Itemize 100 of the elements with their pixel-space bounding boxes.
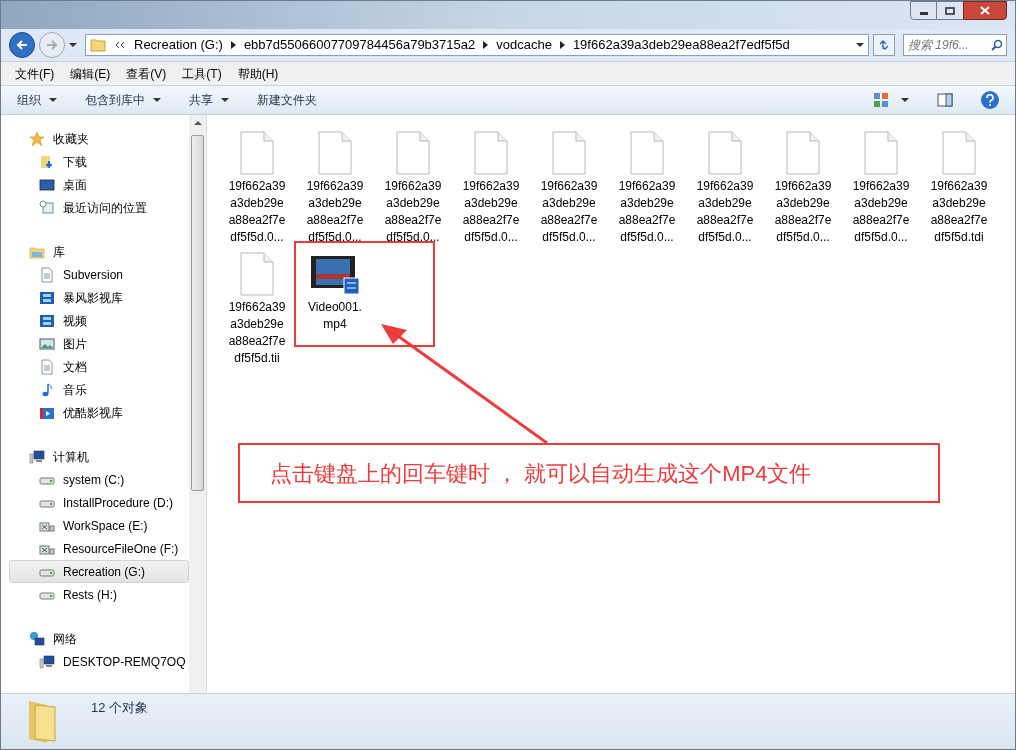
file-name[interactable]: 19f662a39 a3deb29e a88ea2f7e df5f5d.0... bbox=[696, 178, 754, 246]
folder-download-icon bbox=[39, 153, 55, 170]
picture-icon bbox=[39, 335, 55, 352]
file-name[interactable]: 19f662a39 a3deb29e a88ea2f7e df5f5d.tdi bbox=[930, 178, 988, 246]
overflow-chevron-icon bbox=[114, 41, 126, 49]
nav-item[interactable]: Rests (H:) bbox=[9, 583, 189, 606]
nav-section-label[interactable]: 网络 bbox=[53, 629, 77, 648]
file-name[interactable]: 19f662a39 a3deb29e a88ea2f7e df5f5d.0... bbox=[540, 178, 598, 246]
breadcrumb-segment[interactable]: vodcache bbox=[496, 35, 552, 55]
preview-pane-icon bbox=[937, 92, 953, 108]
caret-icon bbox=[901, 96, 909, 104]
breadcrumb-segment[interactable]: ebb7d55066007709784456a79b3715a2 bbox=[243, 35, 476, 55]
nav-item[interactable]: WorkSpace (E:) bbox=[9, 514, 189, 537]
desktop-icon bbox=[39, 176, 55, 193]
document-icon bbox=[39, 358, 55, 375]
menu-item[interactable]: 文件(F) bbox=[9, 64, 61, 83]
caret-icon bbox=[153, 96, 161, 104]
nav-item[interactable]: DESKTOP-REMQ7OQ bbox=[9, 650, 189, 673]
nav-item[interactable]: 下载 bbox=[9, 150, 189, 173]
computer-icon bbox=[39, 653, 55, 670]
document-icon bbox=[39, 266, 55, 283]
toolbar-button[interactable]: 包含到库中 bbox=[85, 91, 161, 109]
scrollbar[interactable] bbox=[189, 115, 206, 693]
film-icon bbox=[39, 289, 55, 306]
star-icon bbox=[29, 130, 45, 147]
nav-section-label[interactable]: 库 bbox=[53, 242, 65, 261]
address-bar[interactable]: Recreation (G:) ebb7d55066007709784456a79b3715a2 vodcache 19f662a39a3deb29ea88ea2f7edf5f5d bbox=[85, 34, 869, 56]
close-button[interactable] bbox=[963, 1, 1007, 20]
file-name[interactable]: 19f662a39 a3deb29e a88ea2f7e df5f5d.0... bbox=[618, 178, 676, 246]
file-name[interactable]: 19f662a39 a3deb29e a88ea2f7e df5f5d.0... bbox=[384, 178, 442, 246]
blank-file-icon bbox=[552, 131, 586, 175]
help-button[interactable] bbox=[981, 91, 999, 109]
minimize-button[interactable] bbox=[910, 1, 937, 20]
toolbar-button[interactable]: 组织 bbox=[17, 91, 57, 109]
breadcrumb-arrow-icon bbox=[559, 41, 565, 49]
nav-section-label[interactable]: 收藏夹 bbox=[53, 129, 89, 148]
file-name[interactable]: 19f662a39 a3deb29e a88ea2f7e df5f5d.0... bbox=[306, 178, 364, 246]
breadcrumb-segment[interactable]: Recreation (G:) bbox=[134, 35, 223, 55]
blank-file-icon bbox=[942, 131, 976, 175]
search-icon bbox=[991, 39, 1003, 51]
view-grid-icon bbox=[873, 92, 889, 108]
film-icon bbox=[39, 312, 55, 329]
preview-pane-button[interactable] bbox=[937, 92, 953, 108]
maximize-button[interactable] bbox=[937, 1, 963, 20]
computer-icon bbox=[29, 448, 45, 465]
nav-item[interactable]: 音乐 bbox=[9, 378, 189, 401]
help-icon bbox=[985, 94, 995, 106]
nav-item[interactable]: 视频 bbox=[9, 309, 189, 332]
close-icon bbox=[980, 6, 990, 15]
back-arrow-icon bbox=[16, 39, 28, 51]
file-name[interactable]: 19f662a39 a3deb29e a88ea2f7e df5f5d.0... bbox=[462, 178, 520, 246]
minimize-icon bbox=[919, 12, 928, 15]
toolbar-button[interactable]: 共享 bbox=[189, 91, 229, 109]
forward-arrow-icon bbox=[46, 39, 58, 51]
blank-file-icon bbox=[396, 131, 430, 175]
caret-icon bbox=[49, 96, 57, 104]
menu-item[interactable]: 查看(V) bbox=[120, 64, 173, 83]
breadcrumb-arrow-icon bbox=[483, 41, 489, 49]
item-count: 12 个对象 bbox=[91, 699, 149, 717]
blank-file-icon bbox=[630, 131, 664, 175]
network-globe-icon bbox=[29, 630, 45, 647]
nav-item[interactable]: system (C:) bbox=[9, 468, 189, 491]
blank-file-icon bbox=[474, 131, 508, 175]
scroll-thumb[interactable] bbox=[191, 135, 204, 491]
blank-file-icon bbox=[708, 131, 742, 175]
annotation-text: 点击键盘上的回车键时 ， 就可以自动生成这个MP4文件 bbox=[270, 459, 812, 488]
caret-icon bbox=[856, 41, 864, 49]
file-name[interactable]: 19f662a39 a3deb29e a88ea2f7e df5f5d.0... bbox=[228, 178, 286, 246]
nav-item[interactable]: InstallProcedure (D:) bbox=[9, 491, 189, 514]
file-name[interactable]: 19f662a39 a3deb29e a88ea2f7e df5f5d.0... bbox=[852, 178, 910, 246]
nav-item[interactable]: 桌面 bbox=[9, 173, 189, 196]
nav-section-label[interactable]: 计算机 bbox=[53, 447, 89, 466]
menu-item[interactable]: 帮助(H) bbox=[231, 64, 285, 83]
folder-icon bbox=[90, 37, 106, 53]
view-options-button[interactable] bbox=[873, 92, 909, 108]
file-name[interactable]: 19f662a39 a3deb29e a88ea2f7e df5f5d.tii bbox=[228, 299, 286, 367]
nav-item[interactable]: 暴风影视库 bbox=[9, 286, 189, 309]
search-field[interactable]: 搜索 19f6... bbox=[903, 34, 1007, 56]
maximize-icon bbox=[945, 6, 955, 15]
file-name[interactable]: 19f662a39 a3deb29e a88ea2f7e df5f5d.0... bbox=[774, 178, 832, 246]
nav-item[interactable]: 图片 bbox=[9, 332, 189, 355]
menu-item[interactable]: 编辑(E) bbox=[64, 64, 117, 83]
nav-item[interactable]: Recreation (G:) bbox=[9, 560, 189, 583]
blank-file-icon bbox=[786, 131, 820, 175]
blank-file-icon bbox=[864, 131, 898, 175]
nav-item[interactable]: 文档 bbox=[9, 355, 189, 378]
breadcrumb-arrow-icon bbox=[230, 41, 236, 49]
file-name[interactable]: Video001. mp4 bbox=[308, 299, 362, 333]
nav-item[interactable]: Subversion bbox=[9, 263, 189, 286]
blank-file-icon bbox=[240, 131, 274, 175]
caret-icon bbox=[221, 96, 229, 104]
nav-item[interactable]: ResourceFileOne (F:) bbox=[9, 537, 189, 560]
menu-item[interactable]: 工具(T) bbox=[176, 64, 228, 83]
refresh-button[interactable] bbox=[873, 34, 895, 56]
back-button[interactable] bbox=[9, 32, 35, 58]
breadcrumb-segment[interactable]: 19f662a39a3deb29ea88ea2f7edf5f5d bbox=[572, 35, 790, 55]
scroll-up-icon bbox=[193, 119, 202, 127]
nav-item[interactable]: 最近访问的位置 bbox=[9, 196, 189, 219]
toolbar-button[interactable]: 新建文件夹 bbox=[257, 91, 317, 109]
nav-item[interactable]: 优酷影视库 bbox=[9, 401, 189, 424]
